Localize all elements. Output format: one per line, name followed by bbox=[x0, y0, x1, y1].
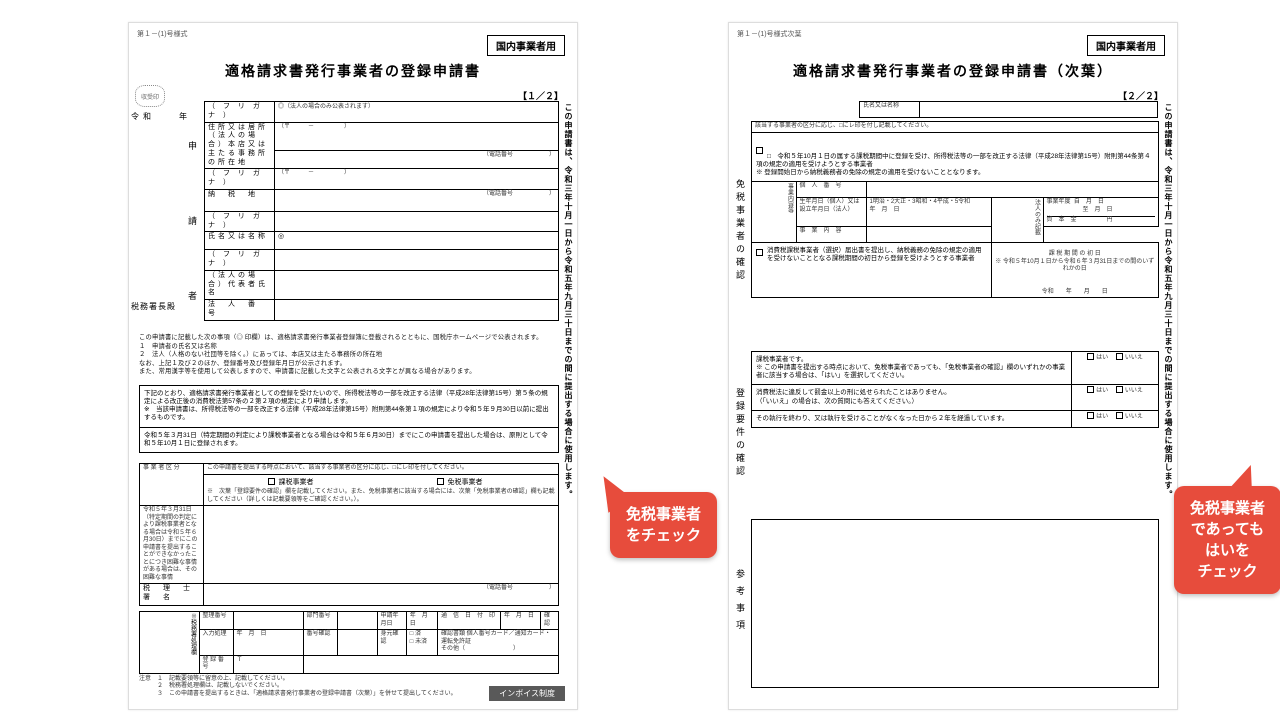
kakunin-label: 確認 bbox=[541, 612, 559, 630]
callout2-line4: チェック bbox=[1198, 563, 1258, 580]
sankou-field bbox=[752, 520, 1159, 688]
kubun-choices: 課税事業者 免税事業者 ※ 次葉「登録要件の確認」欄を記載してください。また、免… bbox=[204, 474, 559, 506]
menzei-option1-checkbox[interactable] bbox=[756, 147, 763, 154]
callout1-line2: をチェック bbox=[626, 527, 701, 544]
kubun-head: この申請書を提出する時点において、該当する事業者の区分に応じ、□にレ印を付してく… bbox=[204, 464, 559, 475]
menzei-option2-checkbox[interactable] bbox=[756, 249, 763, 256]
nouzeichi-label: 納 税 地 bbox=[205, 189, 275, 211]
y1-iie-checkbox[interactable] bbox=[1116, 353, 1123, 360]
form-page-2: 第１－(1)号様式次葉 国内事業者用 適格請求書発行事業者の登録申請書（次葉） … bbox=[728, 22, 1178, 710]
body-text-2: 令和５年３月31日（特定期間の判定により課税事業者となる場合は令和５年６月30日… bbox=[140, 427, 559, 452]
applicant-vertical-label: 申 請 者 bbox=[185, 118, 199, 328]
furigana-label-4: （ フ リ ガ ナ ） bbox=[205, 250, 275, 271]
y3-hai-checkbox[interactable] bbox=[1087, 412, 1094, 419]
seiri-label: 整理番号 bbox=[199, 612, 233, 630]
disclosure-notes: この申請書に記載した次の事項（◎ 印欄）は、適格請求書発行事業者登録簿に登載され… bbox=[139, 334, 559, 377]
tax-office-addressee: 税務署長殿 bbox=[131, 301, 176, 312]
body-text-1: 下記のとおり、適格請求書発行事業者としての登録を受けたいので、所得税法等の一部を… bbox=[140, 386, 559, 428]
nyuuroku-label: 入力処理 bbox=[199, 630, 233, 656]
kazei-checkbox[interactable] bbox=[268, 478, 275, 485]
callout2-line1: 免税事業者 bbox=[1190, 500, 1265, 517]
furigana-field-1: ◎（法人の場合のみ公表されます） bbox=[275, 102, 559, 123]
form-title-2: 適格請求書発行事業者の登録申請書（次葉） bbox=[729, 61, 1177, 81]
menzei-block1: □ 令和５年10月１日の属する課税期間中に登録を受け、所得税法等の一部を改正する… bbox=[752, 132, 1159, 182]
shorui-field: 確認書類 個人番号カード／通知カード・運転免許証 その他（ ） bbox=[437, 630, 558, 656]
furigana-label-2: （ フ リ ガ ナ ） bbox=[205, 169, 275, 190]
side-note-1: この申請書は、令和三年十月一日から令和五年九月三十日までの間に提出する場合に使用… bbox=[559, 103, 573, 533]
furigana-label-3: （ フ リ ガ ナ ） bbox=[205, 211, 275, 232]
name-field: ◎ bbox=[275, 232, 559, 250]
callout1-line1: 免税事業者 bbox=[626, 506, 701, 523]
furigana-label-1: （ フ リ ガ ナ ） bbox=[205, 102, 275, 123]
y3-iie-checkbox[interactable] bbox=[1116, 412, 1123, 419]
youken-2-answer: はい いいえ bbox=[1072, 385, 1159, 410]
address-label: 住所又は居所（法人の場合）本店又は主たる事務所の所在地 bbox=[205, 122, 275, 169]
form-page-1: 第１－(1)号様式 国内事業者用 適格請求書発行事業者の登録申請書 【１／２】 … bbox=[128, 22, 578, 710]
name-label: 氏名又は名称 bbox=[205, 232, 275, 250]
form-code-2: 第１－(1)号様式次葉 bbox=[737, 29, 802, 39]
youken-3-answer: はい いいえ bbox=[1072, 410, 1159, 427]
sankou-vlabel: 参考事項 bbox=[733, 523, 747, 683]
youken-1: 課税事業者です。 ※ この申請書を提出する時点において、免税事業者であっても、「… bbox=[752, 352, 1072, 385]
youken-3: その執行を終わり、又は執行を受けることがなくなった日から２年を経過しています。 bbox=[752, 410, 1072, 427]
nouzeichi-zip: （〒 － ） bbox=[275, 169, 559, 190]
youken-vlabel: 登録要件の確認 bbox=[733, 353, 747, 513]
menzei-vlabel: 免税事業者の確認 bbox=[733, 123, 747, 338]
domestic-tag-1: 国内事業者用 bbox=[487, 35, 565, 56]
tsuushin-label: 通 信 日 付 印 bbox=[437, 612, 500, 630]
invoice-badge: インボイス制度 bbox=[489, 686, 565, 701]
sinsei-label: 申請年月日 bbox=[377, 612, 406, 630]
zeirishi-tel: （電話番号 ） bbox=[204, 584, 559, 606]
corpnum-field bbox=[275, 300, 559, 321]
callout2-line3: はいを bbox=[1205, 542, 1250, 559]
jigyou-vlabel: 事業内容等 bbox=[752, 182, 797, 243]
bumon-label: 部門番号 bbox=[303, 612, 337, 630]
callout-menzei-check: 免税事業者 をチェック bbox=[610, 492, 717, 558]
jigyou-naiyou-label: 事 業 内 容 bbox=[796, 226, 866, 242]
mimoto-label: 身元確認 bbox=[377, 630, 406, 656]
kubun-note-2: 該当する事業者の区分に応じ、□にレ印を付し記載してください。 bbox=[752, 122, 1159, 133]
kubun-label: 事 業 者 区 分 bbox=[140, 464, 204, 506]
footnotes: 注意 １ 記載要領等に留意の上、記載してください。 ２ 税務署処理欄は、記載しな… bbox=[139, 676, 459, 699]
rep-label: （法人の場合）代表者氏名 bbox=[205, 270, 275, 299]
domestic-tag-2: 国内事業者用 bbox=[1087, 35, 1165, 56]
zeirishi-label: 税 理 士 署 名 bbox=[140, 584, 204, 606]
taxoffice-vlabel: ※税務署処理欄 bbox=[140, 612, 200, 674]
youken-1-answer: はい いいえ bbox=[1072, 352, 1159, 385]
side-note-2: この申請書は、令和三年十月一日から令和五年九月三十日までの間に提出する場合に使用… bbox=[1159, 103, 1173, 533]
callout2-line2: であっても bbox=[1191, 521, 1264, 538]
touroku-label: 登 録 番 号 bbox=[199, 655, 233, 673]
kojin-label: 個 人 番 号 bbox=[796, 182, 866, 198]
corpnum-label: 法 人 番 号 bbox=[205, 300, 275, 321]
form-code-1: 第１－(1)号様式 bbox=[137, 29, 188, 39]
menzei-block2: 消費税課税事業者（選択）届出書を提出し、納税義務の免除の規定の適用を受けないこと… bbox=[752, 242, 992, 298]
menzei-checkbox[interactable] bbox=[437, 478, 444, 485]
birth-label: 生年月日（個人）又は設立年月日（法人） bbox=[796, 198, 866, 227]
bangou-kakunin-label: 番号確認 bbox=[303, 630, 337, 656]
nouzeichi-tel: （電話番号 ） bbox=[275, 189, 559, 211]
name-label-2: 氏名又は名称 bbox=[860, 102, 920, 118]
y1-hai-checkbox[interactable] bbox=[1087, 353, 1094, 360]
sumi-field: □ 済 □ 未済 bbox=[406, 630, 437, 656]
address-zip: （〒 － ） bbox=[275, 122, 559, 151]
reason-head: 令和５年３月31日（特定期間の判定により課税事業者となる場合は令和５年６月30日… bbox=[140, 506, 204, 584]
form-title-1: 適格請求書発行事業者の登録申請書 bbox=[129, 61, 577, 81]
receipt-stamp: 収受印 bbox=[135, 85, 165, 107]
y2-hai-checkbox[interactable] bbox=[1087, 386, 1094, 393]
callout-hai-check: 免税事業者 であっても はいを チェック bbox=[1174, 486, 1280, 594]
reason-field bbox=[204, 506, 559, 584]
address-tel: （電話番号 ） bbox=[275, 151, 559, 169]
youken-2: 消費税法に違反して罰金以上の刑に処せられたことはありません。 （「いいえ」の場合… bbox=[752, 385, 1072, 410]
touroku-t: Ｔ bbox=[233, 655, 303, 673]
y2-iie-checkbox[interactable] bbox=[1116, 386, 1123, 393]
